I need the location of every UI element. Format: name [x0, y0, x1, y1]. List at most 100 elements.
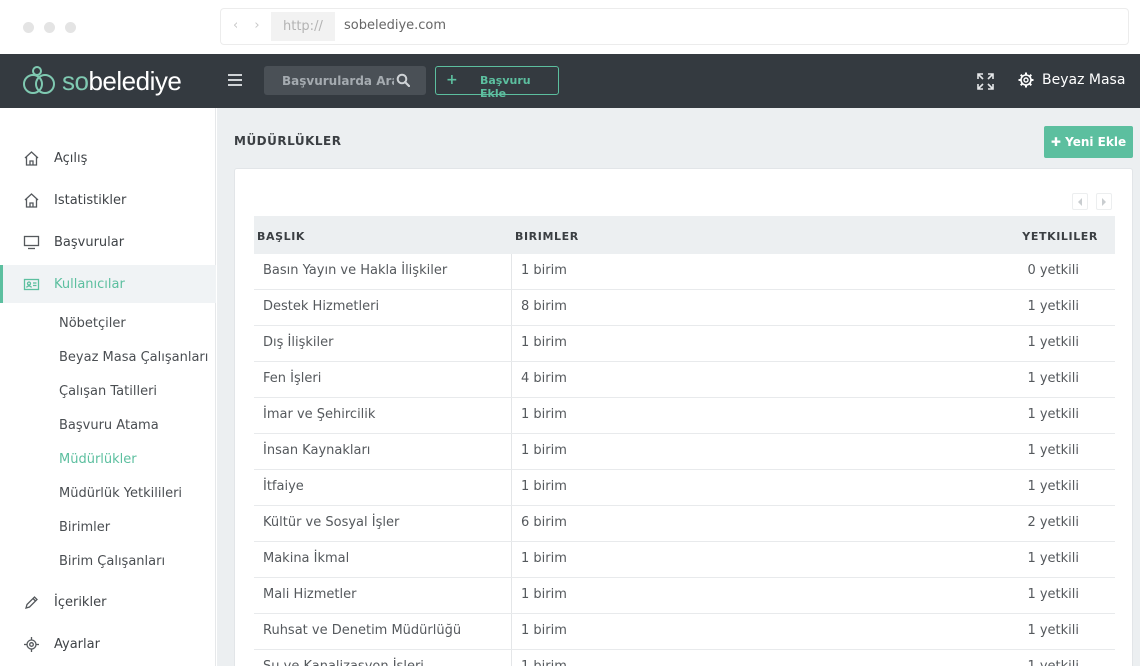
- sidebar-subitem-mudurluk-yetkilileri[interactable]: Müdürlük Yetkilileri: [59, 486, 182, 501]
- table-row[interactable]: Destek Hizmetleri 8 birim 1 yetkili: [254, 290, 1115, 326]
- table-row[interactable]: İmar ve Şehircilik 1 birim 1 yetkili: [254, 398, 1115, 434]
- cell-units: 1 birim: [521, 587, 567, 602]
- sidebar-subitem-calisan-tatilleri[interactable]: Çalışan Tatilleri: [59, 384, 157, 399]
- browser-bar: ‹ › http:// sobelediye.com: [0, 0, 1140, 54]
- cell-title[interactable]: Fen İşleri: [263, 371, 321, 386]
- sidebar-subitem-beyaz-masa-calisanlari[interactable]: Beyaz Masa Çalışanları: [59, 350, 208, 365]
- pager-next-button[interactable]: [1096, 193, 1112, 210]
- pencil-icon: [25, 596, 38, 609]
- cell-title[interactable]: Basın Yayın ve Hakla İlişkiler: [263, 263, 447, 278]
- cell-title[interactable]: İmar ve Şehircilik: [263, 407, 375, 422]
- search-box[interactable]: [264, 66, 426, 95]
- add-new-button[interactable]: ✚ Yeni Ekle: [1044, 126, 1133, 158]
- user-label: Beyaz Masa: [1042, 72, 1126, 88]
- window-controls: [23, 22, 76, 33]
- pager-prev-button[interactable]: [1072, 193, 1088, 210]
- search-input[interactable]: [264, 66, 394, 95]
- table-row[interactable]: Makina İkmal 1 birim 1 yetkili: [254, 542, 1115, 578]
- cell-authorized: 0 yetkili: [1027, 263, 1079, 278]
- cell-authorized: 1 yetkili: [1027, 443, 1079, 458]
- cell-units: 1 birim: [521, 479, 567, 494]
- column-header-yetkililer[interactable]: YETKILILER: [1022, 230, 1098, 243]
- sidebar-item-istatistikler[interactable]: Istatistikler: [0, 181, 216, 219]
- cell-authorized: 1 yetkili: [1027, 587, 1079, 602]
- menu-toggle-icon[interactable]: [228, 74, 242, 86]
- cell-title[interactable]: Destek Hizmetleri: [263, 299, 379, 314]
- cell-units: 4 birim: [521, 371, 567, 386]
- sidebar-subitem-birimler[interactable]: Birimler: [59, 520, 110, 535]
- cell-units: 1 birim: [521, 551, 567, 566]
- cell-title[interactable]: Ruhsat ve Denetim Müdürlüğü: [263, 623, 461, 638]
- gear-icon: [1018, 72, 1034, 88]
- cell-title[interactable]: Kültür ve Sosyal İşler: [263, 515, 399, 530]
- window-close-dot[interactable]: [23, 22, 34, 33]
- cell-units: 6 birim: [521, 515, 567, 530]
- window-maximize-dot[interactable]: [65, 22, 76, 33]
- back-forward-icon[interactable]: ‹ ›: [233, 18, 266, 33]
- logo[interactable]: sobelediye: [22, 64, 182, 98]
- column-header-birimler[interactable]: BIRIMLER: [515, 230, 579, 243]
- table-row[interactable]: Su ve Kanalizasyon İşleri 1 birim 1 yetkil…: [254, 650, 1115, 666]
- logo-prefix: so: [62, 65, 89, 96]
- table-row[interactable]: İtfaiye 1 birim 1 yetkili: [254, 470, 1115, 506]
- sidebar-subitem-mudurlukler[interactable]: Müdürlükler: [59, 452, 137, 467]
- sidebar-item-label: Başvurular: [54, 234, 125, 250]
- cell-title[interactable]: İnsan Kaynakları: [263, 443, 370, 458]
- home-icon: [24, 151, 39, 166]
- logo-bubbles-icon: [22, 64, 58, 98]
- sidebar-item-label: Ayarlar: [54, 636, 100, 652]
- cell-authorized: 1 yetkili: [1027, 371, 1079, 386]
- cell-units: 1 birim: [521, 263, 567, 278]
- add-application-button[interactable]: + Başvuru Ekle: [435, 66, 559, 100]
- sidebar-item-label: İçerikler: [54, 594, 107, 610]
- table-row[interactable]: Fen İşleri 4 birim 1 yetkili: [254, 362, 1115, 398]
- table-row[interactable]: Kültür ve Sosyal İşler 6 birim 2 yetkili: [254, 506, 1115, 542]
- table-row[interactable]: Mali Hizmetler 1 birim 1 yetkili: [254, 578, 1115, 614]
- cell-authorized: 1 yetkili: [1027, 299, 1079, 314]
- sidebar-item-icerikler[interactable]: İçerikler: [0, 583, 216, 621]
- table-card: BAŞLIK BIRIMLER YETKILILER Basın Yayın v…: [234, 168, 1133, 666]
- sidebar-subitem-nobetciler[interactable]: Nöbetçiler: [59, 316, 126, 331]
- cell-title[interactable]: İtfaiye: [263, 479, 304, 494]
- sidebar: Açılış Istatistikler Başvurular Kullanıc…: [0, 108, 216, 666]
- cell-authorized: 1 yetkili: [1027, 407, 1079, 422]
- cell-authorized: 1 yetkili: [1027, 335, 1079, 350]
- cell-units: 1 birim: [521, 659, 567, 666]
- cell-units: 1 birim: [521, 335, 567, 350]
- cell-authorized: 1 yetkili: [1027, 659, 1079, 666]
- sidebar-item-kullanicilar[interactable]: Kullanıcılar: [0, 265, 216, 303]
- cell-title[interactable]: Mali Hizmetler: [263, 587, 356, 602]
- cell-authorized: 1 yetkili: [1027, 551, 1079, 566]
- cell-units: 1 birim: [521, 623, 567, 638]
- table-row[interactable]: Dış İlişkiler 1 birim 1 yetkili: [254, 326, 1115, 362]
- main-content: MÜDÜRLÜKLER ✚ Yeni Ekle BAŞLIK BIRIMLER …: [217, 108, 1140, 666]
- column-header-baslik[interactable]: BAŞLIK: [257, 230, 305, 243]
- sidebar-item-ayarlar[interactable]: Ayarlar: [0, 625, 216, 663]
- add-application-label: Başvuru Ekle: [480, 74, 531, 100]
- sidebar-item-label: Açılış: [54, 150, 88, 166]
- chevron-left-icon: [1078, 198, 1082, 206]
- sidebar-item-basvurular[interactable]: Başvurular: [0, 223, 216, 261]
- table-row[interactable]: Ruhsat ve Denetim Müdürlüğü 1 birim 1 yetk…: [254, 614, 1115, 650]
- cell-title[interactable]: Makina İkmal: [263, 551, 349, 566]
- cell-title[interactable]: Dış İlişkiler: [263, 335, 333, 350]
- fullscreen-icon[interactable]: [977, 73, 994, 90]
- search-icon[interactable]: [396, 73, 410, 87]
- cell-authorized: 2 yetkili: [1027, 515, 1079, 530]
- table-row[interactable]: Basın Yayın ve Hakla İlişkiler 1 birim 0 y…: [254, 254, 1115, 290]
- sidebar-subitem-basvuru-atama[interactable]: Başvuru Atama: [59, 418, 159, 433]
- table-row[interactable]: İnsan Kaynakları 1 birim 1 yetkili: [254, 434, 1115, 470]
- sidebar-subitem-birim-calisanlari[interactable]: Birim Çalışanları: [59, 554, 165, 569]
- user-menu[interactable]: Beyaz Masa: [1018, 72, 1125, 88]
- window-minimize-dot[interactable]: [44, 22, 55, 33]
- sidebar-item-acilis[interactable]: Açılış: [0, 139, 216, 177]
- address-bar[interactable]: ‹ › http:// sobelediye.com: [220, 8, 1129, 45]
- url-domain[interactable]: sobelediye.com: [344, 18, 446, 33]
- cell-title[interactable]: Su ve Kanalizasyon İşleri: [263, 659, 424, 666]
- app-header: sobelediye + Başvuru Ekle Beyaz M: [0, 54, 1140, 108]
- chevron-right-icon: [1102, 198, 1106, 206]
- logo-text: sobelediye: [62, 65, 182, 97]
- cell-units: 1 birim: [521, 443, 567, 458]
- cell-authorized: 1 yetkili: [1027, 623, 1079, 638]
- plus-icon: +: [446, 72, 458, 88]
